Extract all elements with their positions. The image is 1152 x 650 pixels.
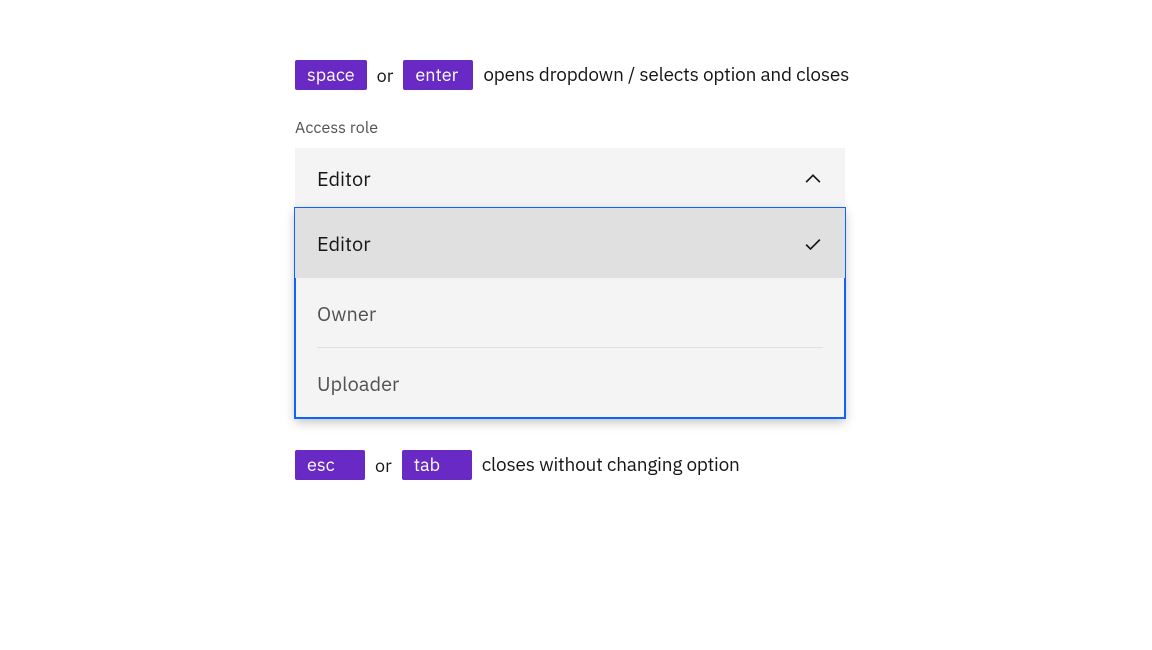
top-hint-text: opens dropdown / selects option and clos… [483,63,849,87]
enter-key-badge: enter [403,60,473,90]
top-keyboard-hint: space or enter opens dropdown / selects … [295,60,849,90]
dropdown-option-uploader[interactable]: Uploader [295,348,845,418]
bottom-hint-text: closes without changing option [482,453,740,477]
dropdown-option-editor[interactable]: Editor [295,208,845,278]
dropdown-option-label: Owner [317,300,376,327]
dropdown-option-owner[interactable]: Owner [295,278,845,348]
dropdown-selected-value: Editor [317,165,371,192]
space-key-badge: space [295,60,367,90]
dropdown-trigger[interactable]: Editor [295,148,845,208]
hint-or: or [375,454,392,477]
dropdown-option-label: Editor [317,230,371,257]
checkmark-icon [803,233,823,253]
hint-or: or [377,64,394,87]
bottom-keyboard-hint: esc or tab closes without changing optio… [295,450,849,480]
dropdown-menu: Editor Owner Uploader [295,208,845,418]
dropdown-option-label: Uploader [317,370,399,397]
chevron-up-icon [803,168,823,188]
dropdown-label: Access role [295,118,849,138]
tab-key-badge: tab [402,450,472,480]
esc-key-badge: esc [295,450,365,480]
access-role-dropdown[interactable]: Editor Editor Owner Uploader [295,148,845,418]
